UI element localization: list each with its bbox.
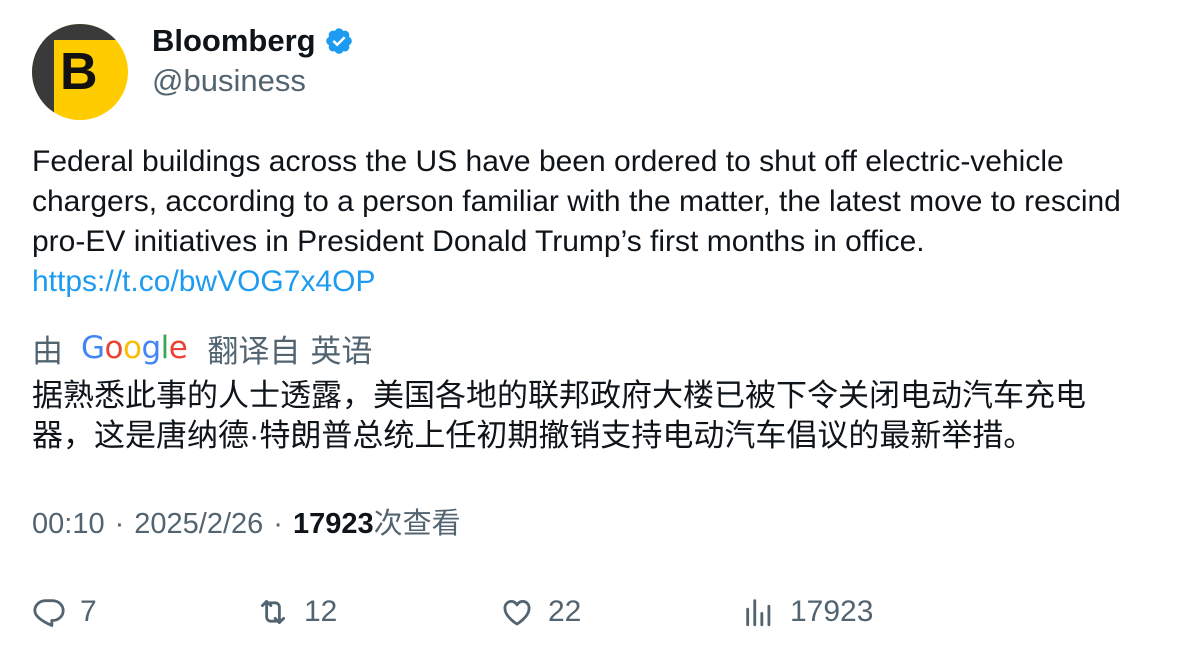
retweet-button[interactable]: 12 bbox=[256, 592, 337, 632]
avatar-letter: B bbox=[60, 43, 98, 101]
views-button[interactable]: 17923 bbox=[742, 592, 873, 632]
retweet-icon bbox=[260, 599, 286, 625]
tweet-card: B Bloomberg @business Federal buildings … bbox=[0, 0, 1196, 658]
meta-separator-2: · bbox=[273, 508, 283, 540]
display-name[interactable]: Bloomberg bbox=[152, 22, 316, 60]
reply-button[interactable]: 7 bbox=[32, 592, 97, 632]
translation-attribution: 由 Google 翻译自 英语 bbox=[32, 328, 373, 369]
views-action-count: 17923 bbox=[790, 595, 874, 628]
bar-chart-icon bbox=[746, 599, 771, 627]
meta-separator: · bbox=[114, 508, 125, 540]
translated-text: 据熟悉此事的人士透露，美国各地的联邦政府大楼已被下令关闭电动汽车充电器，这是唐纳… bbox=[32, 378, 1086, 453]
author-name-row: Bloomberg bbox=[152, 22, 354, 60]
tweet-date[interactable]: 2025/2/26 bbox=[134, 504, 263, 544]
translated-from-label: 翻译自 bbox=[207, 333, 301, 369]
avatar[interactable]: B bbox=[32, 24, 128, 120]
like-button[interactable]: 22 bbox=[500, 592, 581, 632]
tweet-meta: 00:10 · 2025/2/26 · 17923 次查看 bbox=[32, 504, 461, 544]
source-language: 英语 bbox=[310, 333, 373, 369]
tweet-body: Federal buildings across the US have bee… bbox=[32, 145, 1121, 258]
author-handle[interactable]: @business bbox=[152, 62, 306, 100]
like-count: 22 bbox=[548, 595, 582, 628]
reply-count: 7 bbox=[80, 595, 97, 628]
retweet-count: 12 bbox=[304, 595, 338, 628]
verified-badge-icon bbox=[324, 26, 354, 56]
views-count: 17923 bbox=[292, 508, 374, 540]
tweet-time[interactable]: 00:10 bbox=[32, 504, 105, 544]
google-logo: Google bbox=[81, 330, 188, 366]
avatar-shadow-top bbox=[32, 24, 128, 40]
tweet-text: Federal buildings across the US have bee… bbox=[32, 142, 1162, 302]
reply-icon bbox=[33, 599, 65, 627]
translated-by-label: 由 bbox=[32, 333, 63, 369]
heart-icon bbox=[503, 600, 531, 626]
views-label: 次查看 bbox=[373, 508, 461, 540]
tweet-link[interactable]: https://t.co/bwVOG7x4OP bbox=[32, 262, 1162, 302]
